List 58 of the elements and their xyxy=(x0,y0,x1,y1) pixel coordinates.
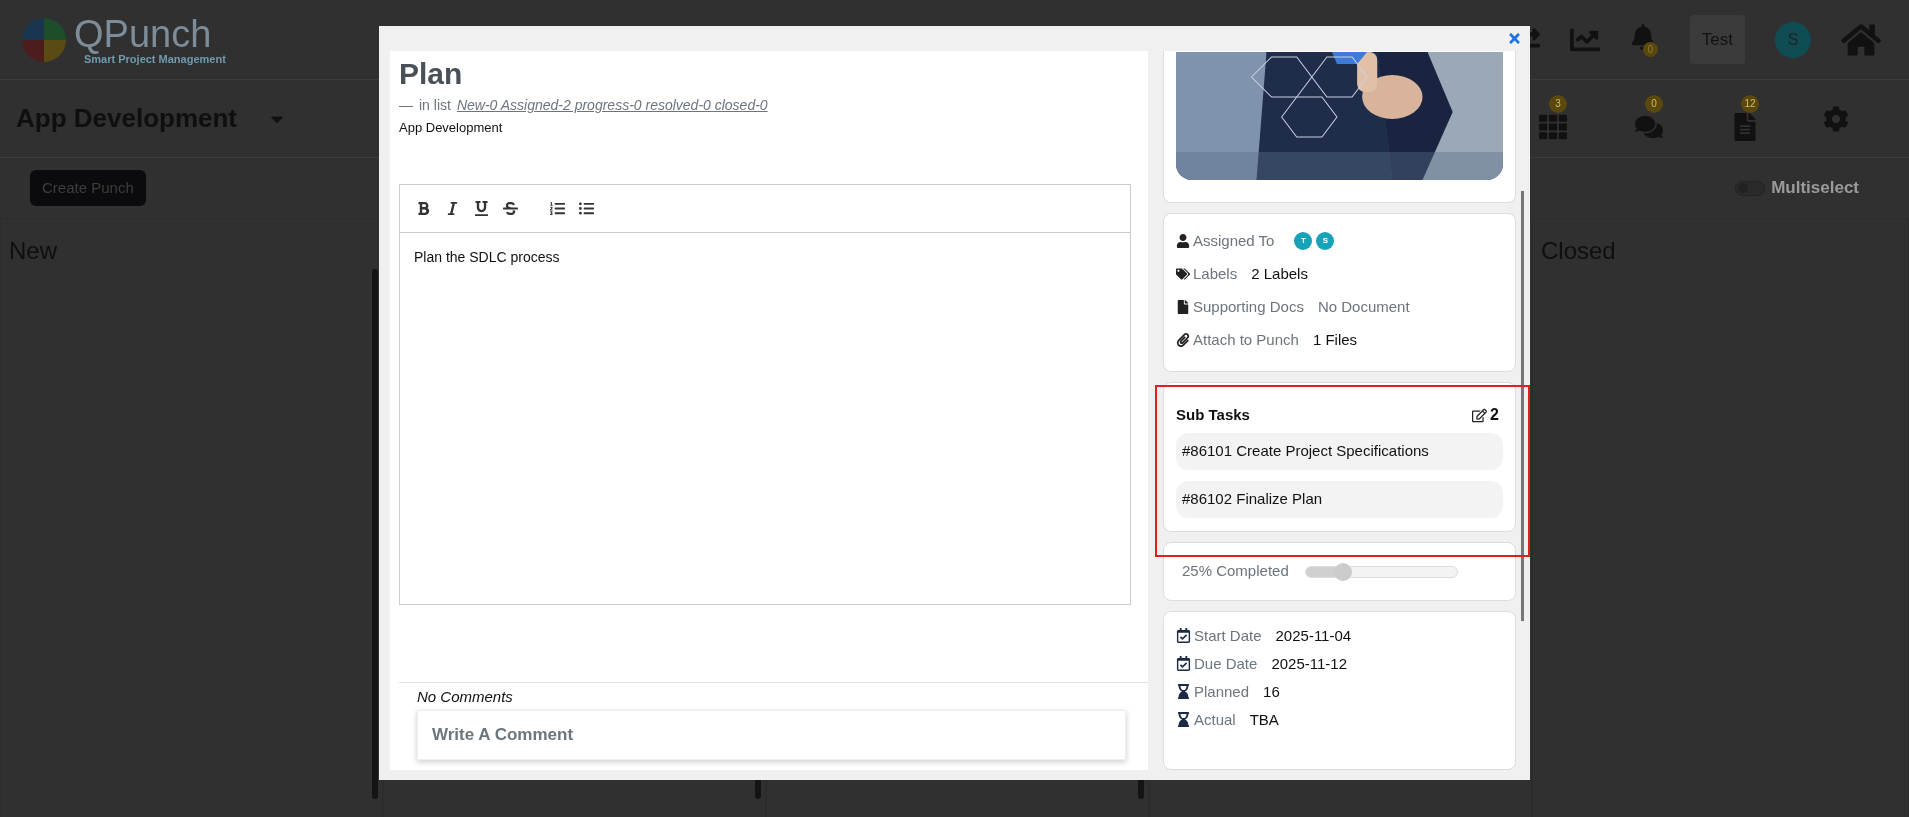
multiselect-label: Multiselect xyxy=(1771,177,1859,200)
avatar[interactable]: S xyxy=(1316,232,1335,250)
date-label: Actual xyxy=(1194,709,1236,730)
list-prefix: in list xyxy=(419,96,451,115)
count-badge: 3 xyxy=(1549,94,1567,113)
detail-label: Supporting Docs xyxy=(1193,296,1304,317)
no-comments-text: No Comments xyxy=(417,686,514,707)
hourglass-icon xyxy=(1176,712,1191,728)
subtask-item[interactable]: #86102 Finalize Plan xyxy=(1176,481,1503,518)
subtask-item[interactable]: #86101 Create Project Specifications xyxy=(1176,433,1503,470)
dash: — xyxy=(399,96,413,115)
calendar-icon xyxy=(1176,628,1191,644)
underline-icon[interactable] xyxy=(474,200,489,216)
list-link[interactable]: New-0 Assigned-2 progress-0 resolved-0 closed-0 xyxy=(456,95,768,116)
detail-label: Assigned To xyxy=(1193,230,1275,251)
count-badge: 12 xyxy=(1741,94,1759,113)
paperclip-icon xyxy=(1176,333,1190,347)
toolbar-button[interactable]: 0 xyxy=(1631,94,1667,143)
count-badge: 0 xyxy=(1645,94,1663,113)
edit-icon[interactable] xyxy=(1472,407,1488,423)
hourglass-icon xyxy=(1176,684,1191,700)
date-label: Planned xyxy=(1194,681,1250,702)
date-value: 2025-11-12 xyxy=(1271,653,1347,674)
detail-label: Attach to Punch xyxy=(1193,329,1299,350)
project-name: App Development xyxy=(399,119,504,137)
subtask-count: 2 xyxy=(1490,405,1499,425)
strikethrough-icon[interactable] xyxy=(503,200,518,216)
date-value: 2025-11-04 xyxy=(1275,625,1352,646)
calendar-icon xyxy=(1176,656,1191,672)
logo-subtitle: Smart Project Management xyxy=(84,54,226,65)
date-value: 16 xyxy=(1263,681,1280,702)
detail-value[interactable]: 1 Files xyxy=(1312,328,1358,352)
logo-title: QPunch xyxy=(74,14,213,54)
toolbar-button[interactable]: 3 xyxy=(1535,94,1571,143)
progress-slider[interactable] xyxy=(1304,565,1458,578)
toolbar-button[interactable]: 12 xyxy=(1727,94,1763,143)
user-icon xyxy=(1176,234,1190,248)
progress-label: 25% Completed xyxy=(1182,561,1289,582)
document-icon xyxy=(1176,300,1190,314)
detail-label: Labels xyxy=(1193,263,1238,284)
date-label: Start Date xyxy=(1194,625,1262,646)
detail-value: No Document xyxy=(1317,296,1410,317)
grid-icon xyxy=(1539,112,1567,141)
bullet-list-icon[interactable] xyxy=(579,200,594,216)
logo-icon xyxy=(20,15,68,64)
close-icon[interactable] xyxy=(1507,31,1522,46)
numbered-list-icon[interactable] xyxy=(550,200,565,216)
task-title: Plan xyxy=(399,56,464,92)
italic-icon[interactable] xyxy=(445,200,460,216)
avatar[interactable]: T xyxy=(1294,232,1313,250)
date-label: Due Date xyxy=(1194,653,1258,674)
comment-field[interactable]: Write A Comment xyxy=(417,710,1126,760)
tags-icon xyxy=(1176,267,1190,281)
subtasks-title: Sub Tasks xyxy=(1176,404,1250,425)
date-value: TBA xyxy=(1249,709,1279,730)
editor-content[interactable]: Plan the SDLC process xyxy=(400,232,1130,604)
detail-value[interactable]: 2 Labels xyxy=(1251,262,1308,286)
bold-icon[interactable] xyxy=(416,200,431,216)
